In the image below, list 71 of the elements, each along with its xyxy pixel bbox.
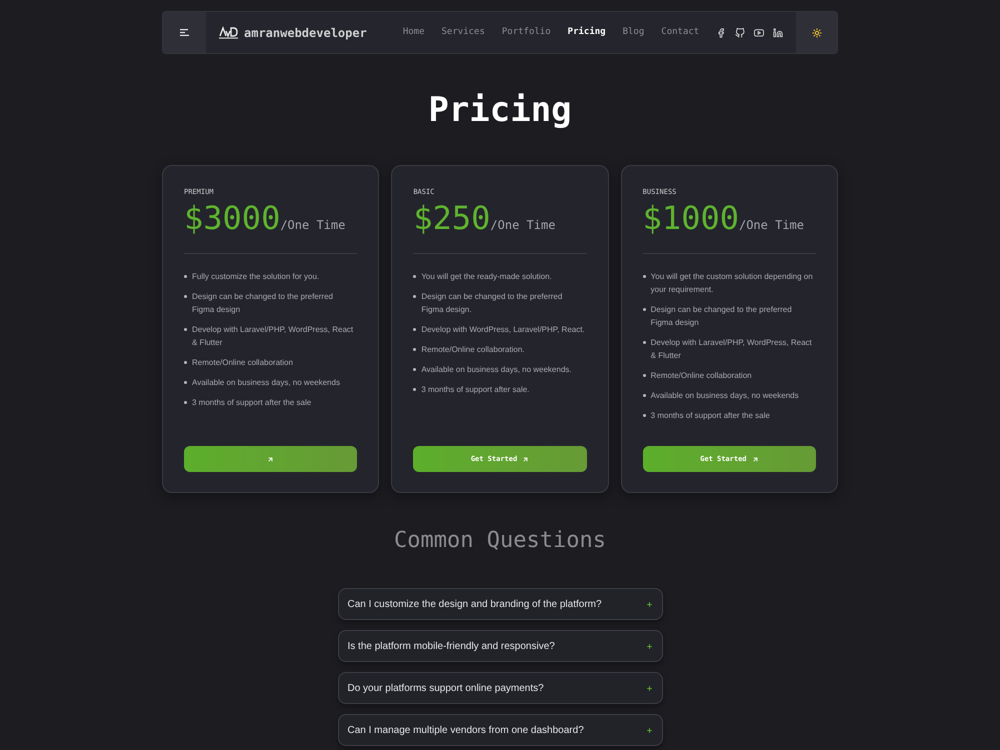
feature-text: 3 months of support after sale. xyxy=(421,384,530,396)
bullet-icon xyxy=(642,374,646,377)
bullet-icon xyxy=(642,394,646,397)
plan-price: $250 xyxy=(413,199,490,237)
bullet-icon xyxy=(413,368,416,371)
feature-text: Design can be changed to the preferred Figma design xyxy=(192,291,334,316)
github-icon[interactable] xyxy=(735,28,745,38)
feature-text: Available on business days, no weekends. xyxy=(421,364,572,376)
bullet-icon xyxy=(413,348,416,351)
price-period: /One Time xyxy=(490,217,556,234)
bullet-icon xyxy=(642,308,646,311)
plus-icon xyxy=(646,684,652,692)
faq-item[interactable]: Can I customize the design and branding of the platform? xyxy=(338,588,662,620)
feature-text: Remote/Online collaboration. xyxy=(421,344,524,356)
price-period: /One Time xyxy=(280,217,346,234)
bullet-icon xyxy=(642,414,646,417)
feature-text: Design can be changed to the preferred Figma design. xyxy=(421,291,564,316)
bullet-icon xyxy=(184,328,187,331)
faq-title: Common Questions xyxy=(393,527,607,555)
feature-text: You will get the custom solution depending on your requirement. xyxy=(650,271,814,296)
bullet-icon xyxy=(413,328,416,331)
arrow-up-right-icon xyxy=(267,456,274,462)
feature-text: Available on business days, no weekends xyxy=(650,390,799,402)
brand-name[interactable]: amranwebdeveloper xyxy=(244,24,367,42)
plus-icon xyxy=(646,600,652,608)
feature-text: You will get the ready-made solution. xyxy=(421,271,552,283)
bullet-icon xyxy=(642,275,646,278)
nav-link[interactable]: Contact xyxy=(661,26,700,40)
feature-text: Available on business days, no weekends xyxy=(192,377,340,389)
menu-icon xyxy=(180,29,189,36)
nav-link[interactable]: Pricing xyxy=(568,26,606,40)
linkedin-icon[interactable] xyxy=(773,28,783,38)
faq-item[interactable]: Do your platforms support online payments? xyxy=(338,672,662,704)
price-period: /One Time xyxy=(738,217,804,234)
feature-text: Develop with WordPress, Laravel/PHP, React. xyxy=(421,324,585,336)
nav-link[interactable]: Services xyxy=(442,26,485,40)
feature-text: Develop with Laravel/PHP, WordPress, React & Flutter xyxy=(650,337,813,362)
bullet-icon xyxy=(184,361,187,364)
facebook-icon[interactable] xyxy=(716,28,726,38)
plan-price: $3000 xyxy=(184,199,280,237)
bullet-icon xyxy=(413,275,416,278)
get-started-button[interactable] xyxy=(184,446,358,472)
bullet-icon xyxy=(184,295,187,298)
logo-icon xyxy=(219,26,238,39)
page-title: Pricing xyxy=(427,90,573,130)
sun-icon xyxy=(812,28,822,38)
faq-item[interactable]: Can I manage multiple vendors from one dashboard? xyxy=(338,714,662,746)
arrow-up-right-icon xyxy=(522,456,530,462)
plus-icon xyxy=(646,726,652,734)
arrow-up-right-icon xyxy=(752,456,758,462)
plus-icon xyxy=(646,642,652,650)
feature-text: Remote/Online collaboration xyxy=(650,370,752,382)
feature-text: 3 months of support after the sale xyxy=(650,410,770,422)
bullet-icon xyxy=(642,341,646,344)
bullet-icon xyxy=(413,388,416,391)
plan-price: $1000 xyxy=(642,199,739,237)
feature-text: Develop with Laravel/PHP, WordPress, React & Flutter xyxy=(192,324,354,349)
bullet-icon xyxy=(184,275,187,278)
feature-text: Design can be changed to the preferred Figma design xyxy=(650,304,793,329)
nav-link[interactable]: Blog xyxy=(622,26,644,40)
faq-item[interactable]: Is the platform mobile-friendly and responsive? xyxy=(338,630,662,662)
bullet-icon xyxy=(413,295,416,298)
nav-link[interactable]: Home xyxy=(402,26,425,40)
feature-text: 3 months of support after the sale xyxy=(192,397,312,409)
nav-link[interactable]: Portfolio xyxy=(502,26,551,40)
feature-text: Fully customize the solution for you. xyxy=(192,271,320,283)
feature-text: Remote/Online collaboration xyxy=(192,357,293,369)
youtube-icon[interactable] xyxy=(754,28,764,38)
theme-toggle-button[interactable] xyxy=(796,12,837,53)
bullet-icon xyxy=(184,381,187,384)
bullet-icon xyxy=(184,401,187,404)
